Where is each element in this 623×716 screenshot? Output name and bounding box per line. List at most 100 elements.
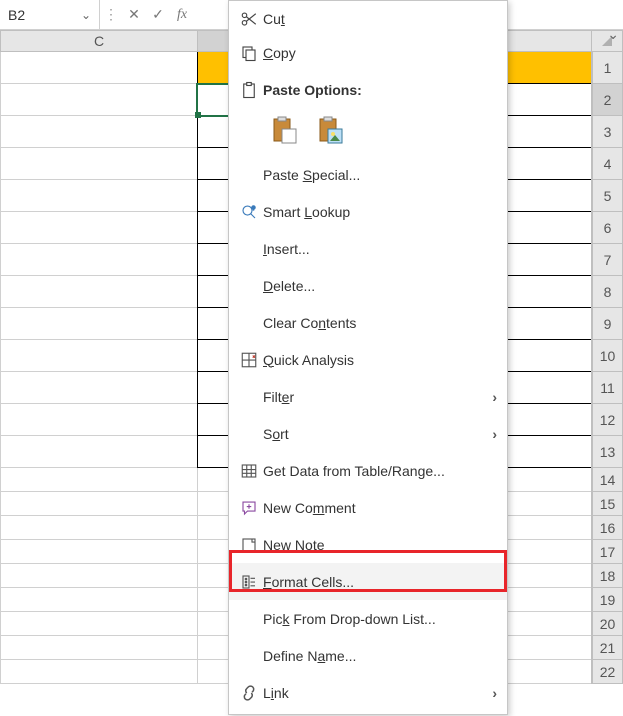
menu-paste-special-label: Paste Special... [263, 167, 497, 183]
note-icon [235, 536, 263, 554]
cell[interactable] [0, 212, 197, 244]
table-icon [235, 462, 263, 480]
menu-define-name[interactable]: Define Name... [229, 637, 507, 674]
clipboard-icon [235, 81, 263, 99]
row-header-5[interactable]: 5 [592, 180, 623, 212]
menu-paste-special[interactable]: Paste Special... [229, 156, 507, 193]
enter-formula-icon[interactable]: ✓ [146, 0, 170, 29]
name-box-chevron-down-icon[interactable]: ⌄ [81, 8, 91, 22]
menu-insert-label: Insert... [263, 241, 497, 257]
row-header-14[interactable]: 14 [592, 468, 623, 492]
menu-smart-lookup-label: Smart Lookup [263, 204, 497, 220]
menu-copy[interactable]: Copy [229, 34, 507, 71]
menu-new-note[interactable]: New Note [229, 526, 507, 563]
fx-icon[interactable]: fx [170, 0, 194, 29]
column-header-c[interactable]: C [0, 30, 197, 52]
menu-delete[interactable]: Delete... [229, 267, 507, 304]
menu-insert[interactable]: Insert... [229, 230, 507, 267]
cell[interactable] [0, 612, 197, 636]
cell[interactable] [0, 492, 197, 516]
row-header-15[interactable]: 15 [592, 492, 623, 516]
menu-smart-lookup[interactable]: i Smart Lookup [229, 193, 507, 230]
row-header-19[interactable]: 19 [592, 588, 623, 612]
format-cells-icon [235, 573, 263, 591]
row-header-21[interactable]: 21 [592, 636, 623, 660]
row-header-1[interactable]: 1 [592, 52, 623, 84]
row-header-2[interactable]: 2 [592, 84, 623, 116]
paste-picture-button[interactable] [315, 114, 347, 146]
menu-cut[interactable]: Cut [229, 4, 507, 34]
menu-get-data-label: Get Data from Table/Range... [263, 463, 497, 479]
menu-cut-label: Cut [263, 11, 497, 27]
cell[interactable] [0, 340, 197, 372]
row-header-4[interactable]: 4 [592, 148, 623, 180]
scissors-icon [235, 10, 263, 28]
row-header-16[interactable]: 16 [592, 516, 623, 540]
row-header-12[interactable]: 12 [592, 404, 623, 436]
paste-options-row [229, 108, 507, 156]
name-box-value: B2 [8, 7, 25, 23]
menu-quick-analysis[interactable]: Quick Analysis [229, 341, 507, 378]
cell[interactable] [0, 116, 197, 148]
menu-new-comment[interactable]: New Comment [229, 489, 507, 526]
menu-clear-contents-label: Clear Contents [263, 315, 497, 331]
context-menu: Cut Copy Paste Options: Paste Special...… [228, 0, 508, 715]
cell[interactable] [0, 516, 197, 540]
cell[interactable] [0, 372, 197, 404]
row-header-3[interactable]: 3 [592, 116, 623, 148]
quick-analysis-icon [235, 351, 263, 369]
comment-icon [235, 499, 263, 517]
menu-format-cells[interactable]: Format Cells... [229, 563, 507, 600]
cell[interactable] [0, 276, 197, 308]
cell[interactable] [0, 588, 197, 612]
row-header-17[interactable]: 17 [592, 540, 623, 564]
menu-copy-label: Copy [263, 45, 497, 61]
cell[interactable] [0, 84, 197, 116]
row-headers: 12345678910111213141516171819202122 [591, 52, 623, 684]
menu-delete-label: Delete... [263, 278, 497, 294]
cell[interactable] [0, 52, 197, 84]
row-header-7[interactable]: 7 [592, 244, 623, 276]
cell[interactable] [0, 404, 197, 436]
svg-text:i: i [253, 205, 254, 210]
menu-paste-options-label: Paste Options: [263, 82, 497, 98]
row-header-6[interactable]: 6 [592, 212, 623, 244]
paste-default-button[interactable] [269, 114, 301, 146]
cell[interactable] [0, 540, 197, 564]
cell[interactable] [0, 564, 197, 588]
menu-paste-options: Paste Options: [229, 71, 507, 108]
cell[interactable] [0, 468, 197, 492]
chevron-right-icon: › [492, 426, 497, 442]
name-box[interactable]: B2 ⌄ [0, 0, 100, 29]
row-header-18[interactable]: 18 [592, 564, 623, 588]
formula-bar-expand-icon[interactable]: ⌄ [607, 26, 619, 43]
chevron-right-icon: › [492, 389, 497, 405]
menu-link[interactable]: Link › [229, 674, 507, 711]
row-header-22[interactable]: 22 [592, 660, 623, 684]
menu-sort[interactable]: Sort › [229, 415, 507, 452]
menu-clear-contents[interactable]: Clear Contents [229, 304, 507, 341]
menu-pick-list[interactable]: Pick From Drop-down List... [229, 600, 507, 637]
row-header-20[interactable]: 20 [592, 612, 623, 636]
cell[interactable] [0, 180, 197, 212]
menu-filter[interactable]: Filter › [229, 378, 507, 415]
cell[interactable] [0, 308, 197, 340]
menu-new-note-label: New Note [263, 537, 497, 553]
cell[interactable] [0, 660, 197, 684]
menu-link-label: Link [263, 685, 492, 701]
cell[interactable] [0, 244, 197, 276]
row-header-10[interactable]: 10 [592, 340, 623, 372]
row-header-8[interactable]: 8 [592, 276, 623, 308]
row-header-11[interactable]: 11 [592, 372, 623, 404]
menu-format-cells-label: Format Cells... [263, 574, 497, 590]
row-header-9[interactable]: 9 [592, 308, 623, 340]
row-header-13[interactable]: 13 [592, 436, 623, 468]
menu-filter-label: Filter [263, 389, 492, 405]
cancel-formula-icon[interactable]: ✕ [122, 0, 146, 29]
cell[interactable] [0, 436, 197, 468]
menu-get-data[interactable]: Get Data from Table/Range... [229, 452, 507, 489]
cell[interactable] [0, 636, 197, 660]
menu-define-name-label: Define Name... [263, 648, 497, 664]
cell[interactable] [0, 148, 197, 180]
chevron-right-icon: › [492, 685, 497, 701]
